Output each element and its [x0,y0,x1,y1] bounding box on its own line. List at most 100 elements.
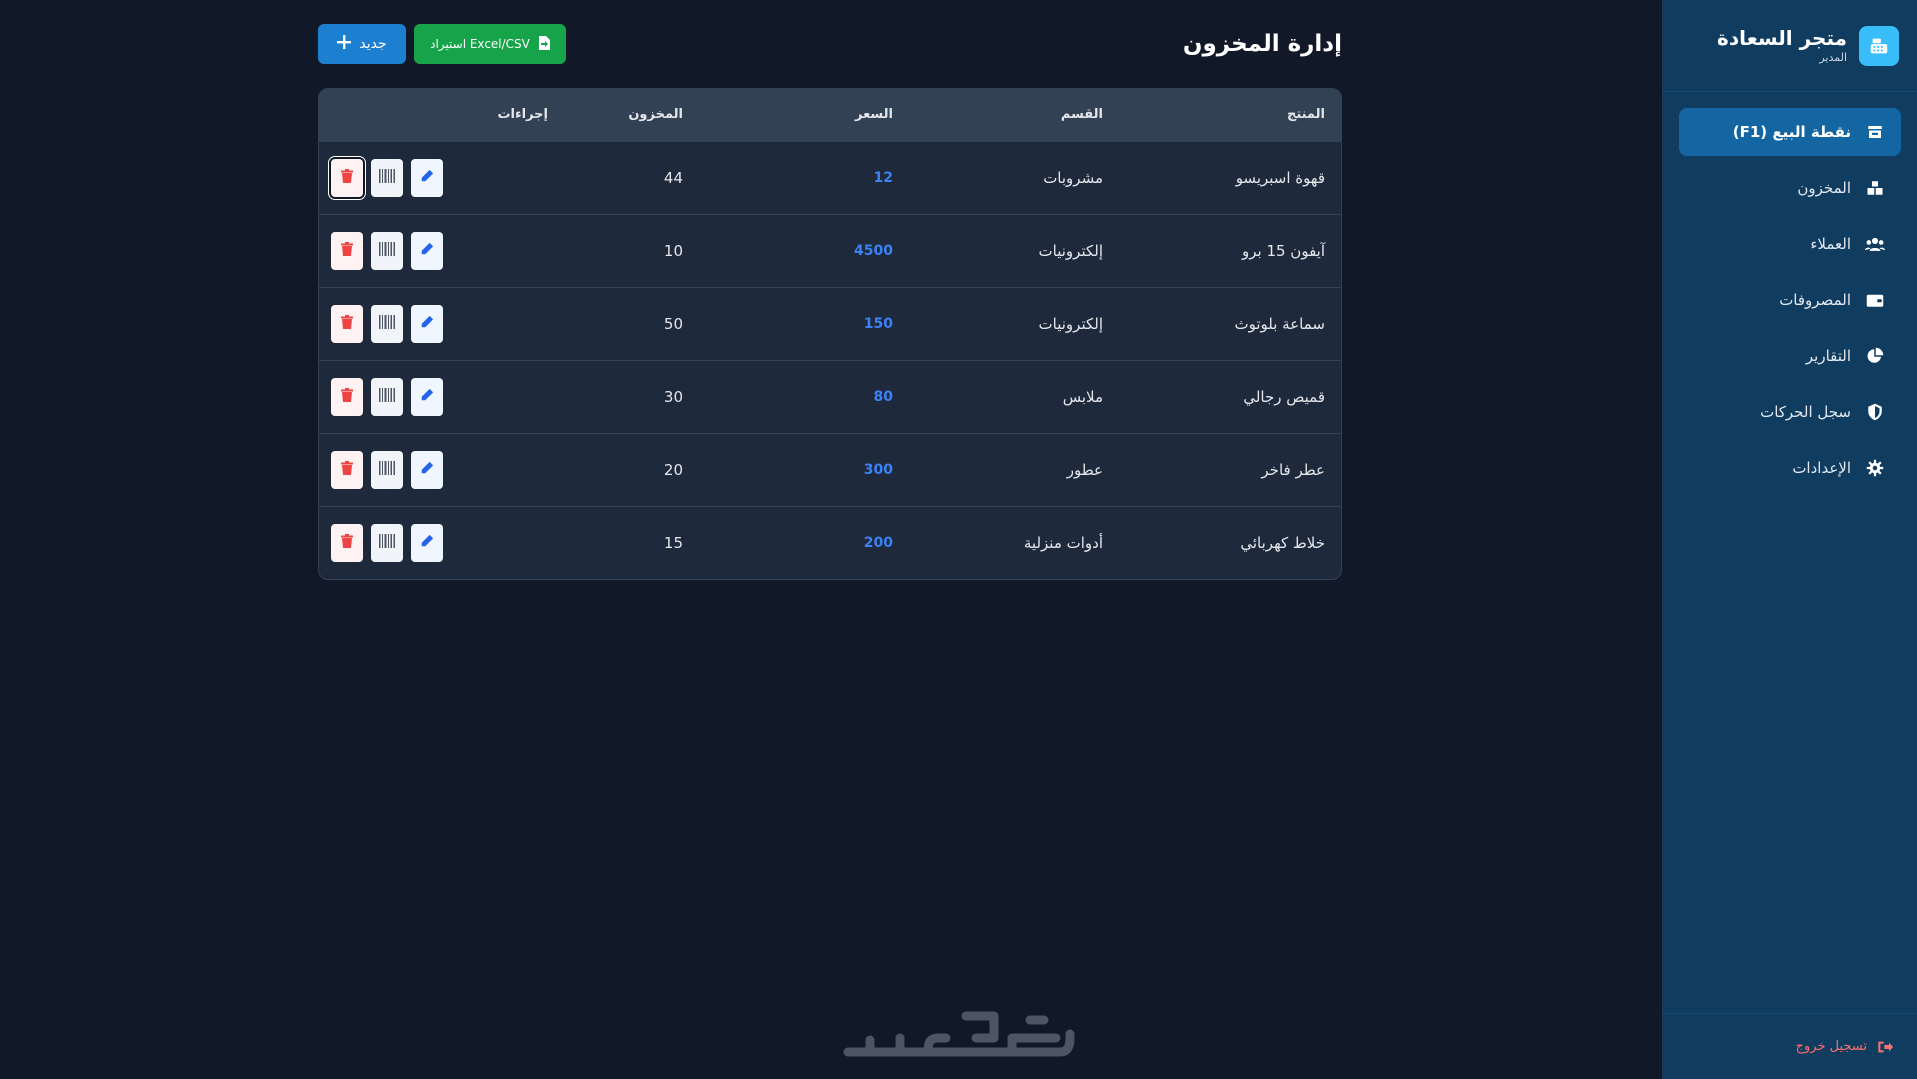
table-row: عطر فاخر عطور 300 20 [319,433,1341,506]
product-price: 200 [863,534,893,551]
product-name: سماعة بلوتوث [1234,314,1325,333]
product-category: مشروبات [1043,168,1103,187]
barcode-button[interactable] [371,231,403,270]
trash-icon [341,534,353,551]
header-actions: جديد استيراد Excel/CSV [318,24,566,64]
product-stock: 15 [663,533,683,552]
sidebar-item-label: الإعدادات [1792,459,1851,477]
delete-button[interactable] [331,304,363,343]
page-header: إدارة المخزون جديد استيراد Excel/CSV [318,0,1342,88]
barcode-button[interactable] [371,377,403,416]
sidebar-item-expenses[interactable]: المصروفات [1679,276,1901,324]
edit-button[interactable] [411,377,443,416]
pencil-icon [420,315,434,332]
trash-icon [341,388,353,405]
edit-button[interactable] [411,231,443,270]
product-name: قميص رجالي [1243,387,1325,406]
sidebar-item-pos[interactable]: نقطة البيع (F1) [1679,108,1901,156]
edit-button[interactable] [411,158,443,197]
delete-button[interactable] [331,377,363,416]
cash-register-icon [1859,25,1899,66]
barcode-icon [379,315,395,332]
add-product-label: جديد [359,36,387,52]
product-name: عطر فاخر [1261,460,1325,479]
sidebar-item-settings[interactable]: الإعدادات [1679,444,1901,492]
delete-button[interactable] [331,450,363,489]
sidebar-item-customers[interactable]: العملاء [1679,220,1901,268]
sidebar-item-label: المصروفات [1779,291,1851,309]
store-icon [1865,122,1885,142]
table-row: قهوة اسبريسو مشروبات 12 44 [319,141,1341,214]
product-category: ملابس [1062,387,1103,406]
delete-button[interactable] [329,156,365,199]
barcode-button[interactable] [371,158,403,197]
product-category: عطور [1066,460,1103,479]
sidebar-item-reports[interactable]: التقارير [1679,332,1901,380]
pie-chart-icon [1865,346,1885,366]
barcode-icon [379,242,395,259]
product-price: 80 [873,388,893,405]
edit-button[interactable] [411,523,443,562]
col-stock: المخزون [628,107,683,123]
col-product: المنتج [1286,107,1325,123]
barcode-icon [379,169,395,186]
table-header-row: المنتج القسم السعر المخزون إجراءات [319,89,1341,141]
import-button[interactable]: استيراد Excel/CSV [414,24,566,64]
barcode-icon [379,388,395,405]
edit-button[interactable] [411,450,443,489]
inventory-table: المنتج القسم السعر المخزون إجراءات قهوة … [318,88,1342,580]
delete-button[interactable] [331,523,363,562]
pencil-icon [420,534,434,551]
sidebar-nav: نقطة البيع (F1) المخزون العملاء المصروفا… [1663,92,1917,492]
wallet-icon [1865,290,1885,310]
product-name: قهوة اسبريسو [1235,168,1325,187]
file-import-icon [538,35,550,53]
col-actions-label: إجراءات [497,107,548,123]
sidebar-item-label: المخزون [1797,179,1851,197]
table-row: سماعة بلوتوث إلكترونيات 150 50 [319,287,1341,360]
sidebar-item-label: التقارير [1805,347,1851,365]
product-stock: 30 [663,387,683,406]
pencil-icon [420,169,434,186]
trash-icon [341,461,353,478]
brand-role: المدير [1819,50,1847,64]
trash-icon [341,169,353,186]
table-row: آيفون 15 برو إلكترونيات 4500 10 [319,214,1341,287]
sign-out-icon [1875,1037,1895,1057]
sidebar-item-label: العملاء [1810,235,1851,253]
product-stock: 44 [663,168,683,187]
gear-icon [1865,458,1885,478]
logout-label: تسجيل خروج [1795,1039,1867,1054]
barcode-button[interactable] [371,523,403,562]
users-icon [1865,234,1885,254]
trash-icon [341,315,353,332]
add-product-button[interactable]: جديد [318,24,406,64]
product-price: 150 [863,315,893,332]
brand: متجر السعادة المدير [1663,0,1917,92]
pencil-icon [420,461,434,478]
barcode-button[interactable] [371,304,403,343]
product-name: آيفون 15 برو [1241,241,1325,260]
col-actions: إجراءات [319,89,548,141]
sidebar-item-activity-log[interactable]: سجل الحركات [1679,388,1901,436]
sidebar-item-label: نقطة البيع (F1) [1732,123,1851,141]
table-row: خلاط كهربائي أدوات منزلية 200 15 [319,506,1341,579]
product-category: أدوات منزلية [1023,533,1103,552]
product-category: إلكترونيات [1038,241,1103,260]
boxes-icon [1865,178,1885,198]
edit-button[interactable] [411,304,443,343]
main-content: إدارة المخزون جديد استيراد Excel/CSV الم… [318,0,1342,580]
pencil-icon [420,388,434,405]
col-category: القسم [1060,107,1103,123]
product-price: 4500 [854,242,893,259]
trash-icon [341,242,353,259]
delete-button[interactable] [331,231,363,270]
barcode-button[interactable] [371,450,403,489]
logout-button[interactable]: تسجيل خروج [1662,1013,1917,1079]
barcode-icon [379,534,395,551]
product-price: 12 [873,169,893,186]
col-price: السعر [855,107,893,123]
brand-name: متجر السعادة [1717,25,1847,50]
barcode-icon [379,461,395,478]
sidebar-item-inventory[interactable]: المخزون [1679,164,1901,212]
